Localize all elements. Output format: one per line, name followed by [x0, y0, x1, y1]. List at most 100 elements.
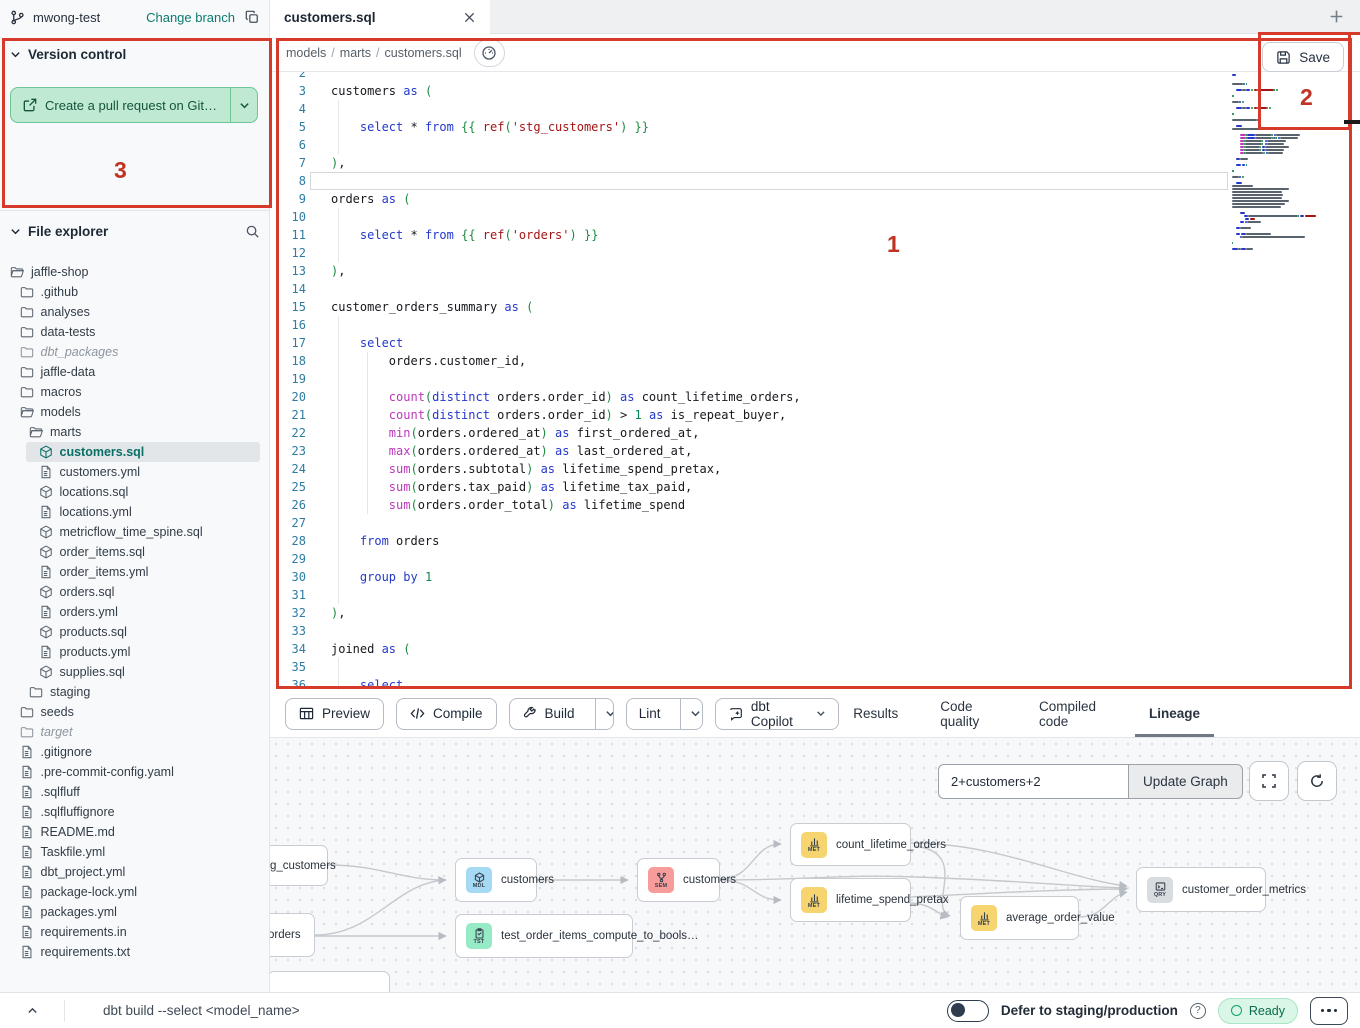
dbt-copilot-button[interactable]: dbt Copilot — [715, 698, 839, 730]
file-item-staging[interactable]: staging — [0, 682, 270, 702]
lineage-node-stg_customers[interactable]: MDLstg_customers — [270, 845, 328, 886]
copy-icon[interactable] — [245, 10, 259, 24]
file-item-.pre-commit-config.yaml[interactable]: .pre-commit-config.yaml — [0, 762, 270, 782]
code-line-10[interactable]: 10 — [270, 208, 1360, 226]
lint-button[interactable]: Lint — [626, 698, 703, 730]
file-item-models[interactable]: models — [0, 402, 270, 422]
file-item-order_items.sql[interactable]: order_items.sql — [0, 542, 270, 562]
code-line-8[interactable]: 8 — [270, 172, 1360, 190]
lineage-node-test_order_items_compute_to_bools…[interactable]: TSTtest_order_items_compute_to_bools… — [455, 914, 633, 958]
code-line-6[interactable]: 6 — [270, 136, 1360, 154]
code-line-2[interactable]: 2 — [270, 72, 1360, 82]
file-item-.github[interactable]: .github — [0, 282, 270, 302]
code-line-25[interactable]: 25 sum(orders.tax_paid) as lifetime_tax_… — [270, 478, 1360, 496]
code-line-11[interactable]: 11 select * from {{ ref('orders') }} — [270, 226, 1360, 244]
save-button[interactable]: Save — [1262, 42, 1344, 72]
file-item-products.yml[interactable]: products.yml — [0, 642, 270, 662]
file-item-locations.sql[interactable]: locations.sql — [0, 482, 270, 502]
code-line-5[interactable]: 5 select * from {{ ref('stg_customers') … — [270, 118, 1360, 136]
lineage-node-lifetime_spend_pretax[interactable]: METlifetime_spend_pretax — [790, 878, 911, 922]
file-item-products.sql[interactable]: products.sql — [0, 622, 270, 642]
help-icon[interactable]: ? — [1190, 1003, 1206, 1019]
code-line-36[interactable]: 36 select — [270, 676, 1360, 690]
lineage-node-customers[interactable]: MDLcustomers — [455, 858, 537, 902]
file-item-supplies.sql[interactable]: supplies.sql — [0, 662, 270, 682]
lineage-selector-input[interactable] — [938, 764, 1128, 799]
file-item-locations.yml[interactable]: locations.yml — [0, 502, 270, 522]
code-line-23[interactable]: 23 max(orders.ordered_at) as last_ordere… — [270, 442, 1360, 460]
lineage-node-customer_order_metrics[interactable]: QRYcustomer_order_metrics — [1136, 867, 1266, 912]
file-item-order_items.yml[interactable]: order_items.yml — [0, 562, 270, 582]
file-item-customers.sql[interactable]: customers.sql — [0, 442, 270, 462]
code-line-17[interactable]: 17 select — [270, 334, 1360, 352]
tab-compiled-code[interactable]: Compiled code — [1037, 690, 1109, 737]
file-item-macros[interactable]: macros — [0, 382, 270, 402]
code-line-27[interactable]: 27 — [270, 514, 1360, 532]
lineage-node-partial[interactable] — [270, 971, 390, 992]
command-input[interactable]: dbt build --select <model_name> — [103, 1003, 947, 1018]
search-icon[interactable] — [245, 224, 260, 239]
file-item-metricflow_time_spine.sql[interactable]: metricflow_time_spine.sql — [0, 522, 270, 542]
lineage-node-count_lifetime_orders[interactable]: METcount_lifetime_orders — [790, 823, 911, 866]
file-item-data-tests[interactable]: data-tests — [0, 322, 270, 342]
file-item-orders.yml[interactable]: orders.yml — [0, 602, 270, 622]
pr-button-dropdown[interactable] — [230, 88, 257, 122]
code-line-15[interactable]: 15customer_orders_summary as ( — [270, 298, 1360, 316]
close-icon[interactable] — [463, 11, 476, 24]
tab-customers-sql[interactable]: customers.sql — [270, 0, 490, 34]
change-branch-link[interactable]: Change branch — [146, 10, 235, 25]
file-item-analyses[interactable]: analyses — [0, 302, 270, 322]
file-item-target[interactable]: target — [0, 722, 270, 742]
code-line-20[interactable]: 20 count(distinct orders.order_id) as co… — [270, 388, 1360, 406]
file-item-customers.yml[interactable]: customers.yml — [0, 462, 270, 482]
create-pull-request-button[interactable]: Create a pull request on Git… — [10, 87, 258, 123]
breadcrumb-models[interactable]: models — [286, 46, 326, 60]
compile-button[interactable]: Compile — [396, 698, 497, 730]
code-editor[interactable]: 23customers as (45 select * from {{ ref(… — [270, 72, 1360, 690]
file-item-README.md[interactable]: README.md — [0, 822, 270, 842]
code-line-30[interactable]: 30 group by 1 — [270, 568, 1360, 586]
lint-dropdown[interactable] — [680, 699, 702, 729]
breadcrumb-marts[interactable]: marts — [340, 46, 371, 60]
file-item-marts[interactable]: marts — [0, 422, 270, 442]
code-line-32[interactable]: 32), — [270, 604, 1360, 622]
code-line-24[interactable]: 24 sum(orders.subtotal) as lifetime_spen… — [270, 460, 1360, 478]
tab-lineage[interactable]: Lineage — [1147, 690, 1202, 737]
fullscreen-button[interactable] — [1249, 761, 1289, 801]
build-dropdown[interactable] — [595, 699, 614, 729]
code-line-13[interactable]: 13), — [270, 262, 1360, 280]
lineage-node-customers[interactable]: SEMcustomers — [637, 858, 720, 902]
file-explorer-header[interactable]: File explorer — [10, 224, 260, 239]
code-line-35[interactable]: 35 — [270, 658, 1360, 676]
file-item-requirements.txt[interactable]: requirements.txt — [0, 942, 270, 962]
file-item-package-lock.yml[interactable]: package-lock.yml — [0, 882, 270, 902]
ready-status-badge[interactable]: Ready — [1218, 998, 1298, 1024]
file-item-jaffle-data[interactable]: jaffle-data — [0, 362, 270, 382]
caret-up-icon[interactable] — [0, 1004, 64, 1017]
file-item-Taskfile.yml[interactable]: Taskfile.yml — [0, 842, 270, 862]
tab-code-quality[interactable]: Code quality — [938, 690, 999, 737]
new-tab-plus-icon[interactable] — [1328, 8, 1345, 25]
breadcrumb[interactable]: models / marts / customers.sql — [286, 46, 462, 60]
code-line-29[interactable]: 29 — [270, 550, 1360, 568]
file-item-orders.sql[interactable]: orders.sql — [0, 582, 270, 602]
code-line-31[interactable]: 31 — [270, 586, 1360, 604]
defer-toggle[interactable] — [947, 1000, 989, 1022]
file-item-.sqlfluffignore[interactable]: .sqlfluffignore — [0, 802, 270, 822]
code-line-33[interactable]: 33 — [270, 622, 1360, 640]
code-line-16[interactable]: 16 — [270, 316, 1360, 334]
lint-main[interactable]: Lint — [627, 699, 673, 729]
code-line-34[interactable]: 34joined as ( — [270, 640, 1360, 658]
code-line-12[interactable]: 12 — [270, 244, 1360, 262]
file-item-.sqlfluff[interactable]: .sqlfluff — [0, 782, 270, 802]
code-line-21[interactable]: 21 count(distinct orders.order_id) > 1 a… — [270, 406, 1360, 424]
code-line-22[interactable]: 22 min(orders.ordered_at) as first_order… — [270, 424, 1360, 442]
code-line-14[interactable]: 14 — [270, 280, 1360, 298]
build-main[interactable]: Build — [510, 699, 587, 729]
breadcrumb-file[interactable]: customers.sql — [385, 46, 462, 60]
refresh-button[interactable] — [1297, 761, 1337, 801]
code-line-7[interactable]: 7), — [270, 154, 1360, 172]
code-line-4[interactable]: 4 — [270, 100, 1360, 118]
file-item-packages.yml[interactable]: packages.yml — [0, 902, 270, 922]
lineage-gauge-button[interactable] — [474, 39, 505, 67]
